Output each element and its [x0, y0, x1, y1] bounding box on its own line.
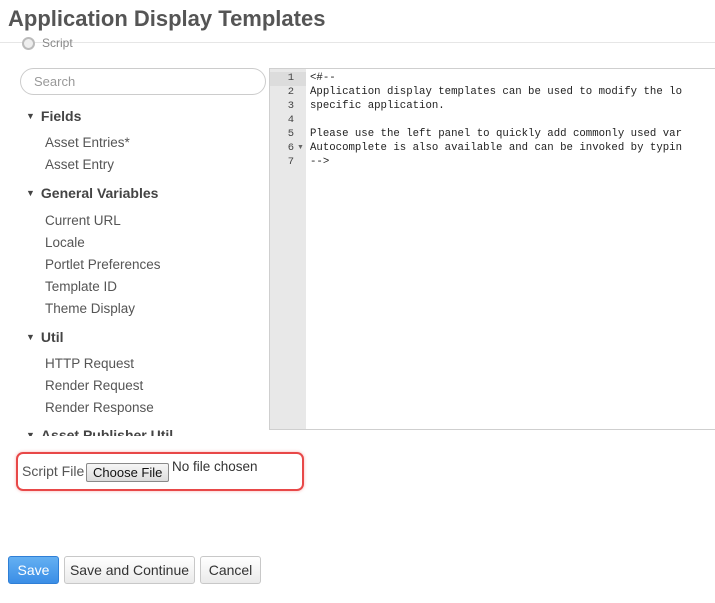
choose-file-button[interactable]: Choose File	[86, 463, 170, 482]
line-number: 7	[287, 156, 294, 168]
save-and-continue-button[interactable]: Save and Continue	[64, 556, 195, 584]
line-number: 6	[287, 142, 294, 154]
variable-item-render-response[interactable]: Render Response	[45, 400, 154, 415]
code-line: -->	[310, 156, 330, 168]
save-button[interactable]: Save	[8, 556, 59, 584]
line-number: 5	[287, 128, 294, 140]
variable-item-http-request[interactable]: HTTP Request	[45, 356, 134, 371]
variable-item-theme-display[interactable]: Theme Display	[45, 301, 135, 316]
caret-down-icon: ▼	[26, 430, 35, 436]
variable-item-locale[interactable]: Locale	[45, 235, 85, 250]
variable-item-asset-entry[interactable]: Asset Entry	[45, 157, 114, 172]
script-file-upload: Script File Choose File No file chosen	[16, 452, 304, 491]
code-line: Autocomplete is also available and can b…	[310, 142, 682, 154]
line-number: 1	[287, 72, 294, 84]
radio-button-icon[interactable]	[22, 37, 35, 50]
page-title: Application Display Templates	[8, 6, 326, 31]
section-fields[interactable]: ▼ Fields	[26, 108, 81, 124]
section-title: Asset Publisher Util	[40, 427, 174, 436]
code-line: <#--	[310, 72, 336, 84]
variable-item-portlet-preferences[interactable]: Portlet Preferences	[45, 257, 161, 272]
language-option-label: Script	[42, 36, 73, 50]
variable-item-template-id[interactable]: Template ID	[45, 279, 117, 294]
variable-item-render-request[interactable]: Render Request	[45, 378, 143, 393]
code-line: Please use the left panel to quickly add…	[310, 128, 682, 140]
caret-down-icon: ▼	[26, 111, 35, 121]
line-number: 3	[287, 100, 294, 112]
line-number: 4	[287, 114, 294, 126]
variable-item-asset-entries[interactable]: Asset Entries*	[45, 135, 130, 150]
caret-down-icon: ▼	[26, 332, 35, 342]
section-title: Util	[40, 329, 64, 345]
variables-tree: ▼ Fields Asset Entries* Asset Entry ▼ Ge…	[20, 98, 254, 436]
file-status-text: No file chosen	[172, 459, 258, 474]
variable-item-current-url[interactable]: Current URL	[45, 213, 121, 228]
script-file-label: Script File	[22, 463, 85, 479]
cancel-button[interactable]: Cancel	[200, 556, 261, 584]
caret-down-icon: ▼	[26, 188, 35, 198]
line-number-gutter: 1 2 3 4 5 6 ▼ 7	[270, 69, 306, 429]
section-asset-publisher-util[interactable]: ▼ Asset Publisher Util	[26, 427, 173, 436]
title-divider	[0, 42, 715, 43]
language-option-script[interactable]: Script	[22, 36, 73, 50]
section-general-variables[interactable]: ▼ General Variables	[26, 185, 158, 201]
fold-arrow-icon[interactable]: ▼	[297, 144, 304, 151]
section-title: General Variables	[40, 185, 159, 201]
section-title: Fields	[40, 108, 82, 124]
code-line: Application display templates can be use…	[310, 86, 682, 98]
variables-panel: ▼ Fields Asset Entries* Asset Entry ▼ Ge…	[20, 68, 268, 436]
section-util[interactable]: ▼ Util	[26, 329, 63, 345]
code-editor[interactable]: 1 2 3 4 5 6 ▼ 7 <#-- Application display…	[269, 68, 715, 430]
line-number: 2	[287, 86, 294, 98]
code-line: specific application.	[310, 100, 445, 112]
search-input[interactable]	[20, 68, 266, 95]
